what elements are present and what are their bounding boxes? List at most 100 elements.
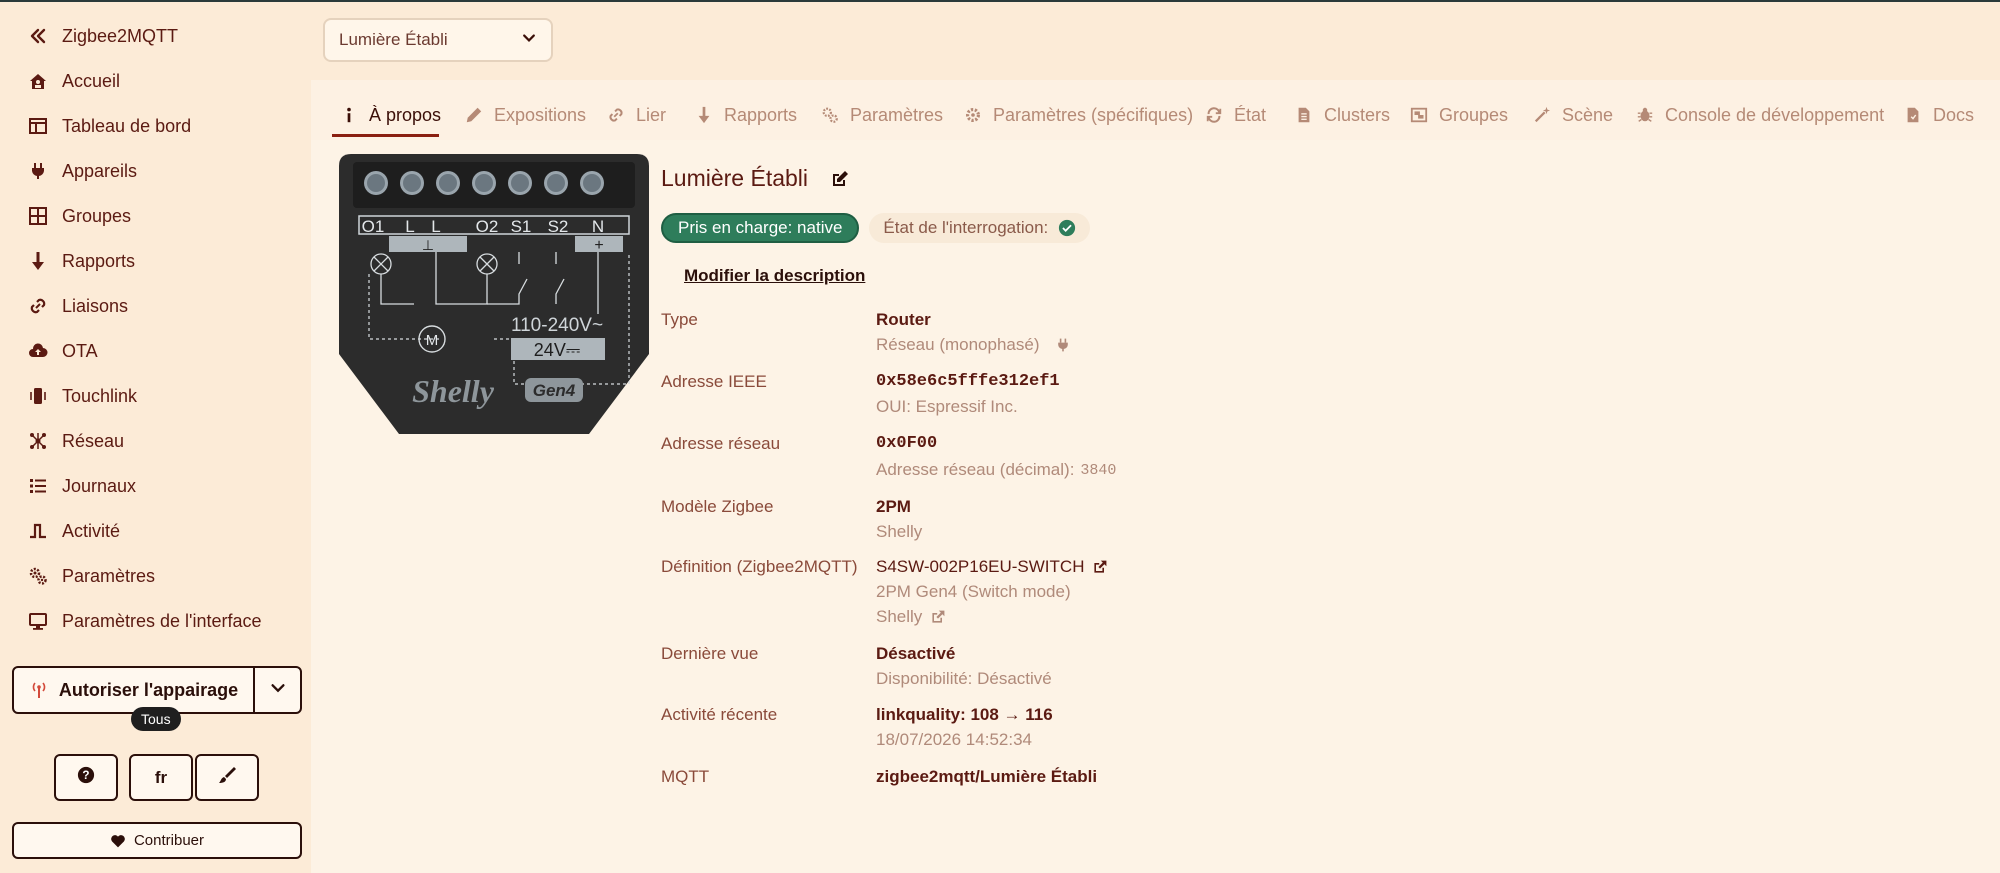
sidebar-item-ota[interactable]: OTA <box>26 336 98 366</box>
tab-docs[interactable]: Docs <box>1903 100 1974 130</box>
sidebar-item-label: Zigbee2MQTT <box>62 25 179 46</box>
language-label: fr <box>154 767 168 787</box>
external-link-icon <box>930 609 946 625</box>
list-icon <box>26 474 50 498</box>
sidebar-item-liaisons[interactable]: Liaisons <box>26 291 128 321</box>
monitor-icon <box>26 609 50 633</box>
sidebar-item-label: Paramètres <box>62 565 156 586</box>
help-button[interactable]: ? <box>54 754 118 801</box>
paintbrush-icon <box>217 765 237 790</box>
sidebar-item-rapports[interactable]: Rapports <box>26 246 135 276</box>
sidebar-item-label: OTA <box>62 340 98 361</box>
svg-text:?: ? <box>82 769 89 782</box>
pencil-icon <box>464 106 484 124</box>
double-chevron-left-icon <box>26 24 50 48</box>
tab-console-developpement[interactable]: Console de développement <box>1635 100 1884 130</box>
prop-sub-activity: 18/07/2026 14:52:34 <box>876 730 1032 749</box>
sidebar-item-activite[interactable]: Activité <box>26 516 120 546</box>
tab-expositions[interactable]: Expositions <box>464 100 586 130</box>
gears-icon <box>26 564 50 588</box>
bug-icon <box>1635 106 1655 124</box>
gen4-label: Gen4 <box>533 381 576 400</box>
edit-description-link[interactable]: Modifier la description <box>684 266 865 286</box>
pulse-icon <box>26 519 50 543</box>
link-icon <box>606 106 626 124</box>
sidebar-item-touchlink[interactable]: Touchlink <box>26 381 137 411</box>
device-image: O1 L L O2 S1 S2 N ⊥ + M 110-240V~ 24V⎓ S… <box>339 154 649 434</box>
voltage-dc-label: 24V⎓ <box>534 340 580 360</box>
sidebar-item-label: Liaisons <box>62 295 129 316</box>
link-icon <box>26 294 50 318</box>
prop-label-definition: Définition (Zigbee2MQTT) <box>661 557 858 576</box>
magic-wand-icon <box>1532 106 1552 124</box>
tab-parametres[interactable]: Paramètres <box>820 100 943 130</box>
arrow-down-icon <box>694 106 714 124</box>
sidebar-item-label: Touchlink <box>62 385 138 406</box>
prop-value-activity: linkquality: 108 → 116 <box>876 705 1053 724</box>
sidebar-item-journaux[interactable]: Journaux <box>26 471 136 501</box>
power-source-label: Réseau (monophasé) <box>876 335 1040 354</box>
sidebar-item-parametres[interactable]: Paramètres <box>26 561 155 591</box>
sidebar-item-reseau[interactable]: Réseau <box>26 426 124 456</box>
sidebar-item-label: Paramètres de l'interface <box>62 610 262 631</box>
theme-button[interactable] <box>195 754 259 801</box>
vendor-link[interactable]: Shelly <box>876 607 922 627</box>
sidebar: Zigbee2MQTT Accueil Tableau de bord Appa… <box>0 2 311 873</box>
prop-value-definition[interactable]: S4SW-002P16EU-SWITCH <box>876 557 1108 577</box>
check-circle-icon <box>1058 219 1076 237</box>
grid-icon <box>26 204 50 228</box>
sidebar-item-tableau-de-bord[interactable]: Tableau de bord <box>26 111 191 141</box>
definition-link[interactable]: S4SW-002P16EU-SWITCH <box>876 557 1084 577</box>
house-icon <box>26 69 50 93</box>
sidebar-item-label: Réseau <box>62 430 125 451</box>
motor-label: M <box>426 332 439 349</box>
tab-parametres-specifiques[interactable]: Paramètres (spécifiques) <box>963 100 1193 130</box>
permit-join-target-tooltip: Tous <box>131 707 181 731</box>
contribute-button[interactable]: Contribuer <box>12 822 302 859</box>
header-bar: Lumière Établi <box>311 2 2000 80</box>
polling-status-label: État de l'interrogation: <box>883 218 1049 237</box>
sidebar-item-parametres-interface[interactable]: Paramètres de l'interface <box>26 606 262 636</box>
sidebar-item-appareils[interactable]: Appareils <box>26 156 137 186</box>
chevron-down-icon <box>269 679 287 702</box>
gear-icon <box>963 106 983 124</box>
dashboard-icon <box>26 114 50 138</box>
prop-value-mqtt: zigbee2mqtt/Lumière Établi <box>876 767 1098 786</box>
prop-label-network: Adresse réseau <box>661 434 781 453</box>
prop-sub-ieee: OUI: Espressif Inc. <box>876 397 1018 416</box>
sidebar-item-groupes[interactable]: Groupes <box>26 201 131 231</box>
tab-etat[interactable]: État <box>1204 100 1266 130</box>
prop-label-model: Modèle Zigbee <box>661 497 774 516</box>
prop-value-model: 2PM <box>876 497 911 516</box>
device-badges: Pris en charge: native État de l'interro… <box>661 213 1091 243</box>
device-select[interactable]: Lumière Établi <box>323 18 553 62</box>
prop-label-ieee: Adresse IEEE <box>661 372 767 391</box>
tab-groupes[interactable]: Groupes <box>1409 100 1508 130</box>
terminal-label: N <box>592 217 604 236</box>
sidebar-item-label: Rapports <box>62 250 136 271</box>
sidebar-item-accueil[interactable]: Accueil <box>26 66 120 96</box>
permit-join-label: Autoriser l'appairage <box>58 679 239 700</box>
terminal-label: O1 <box>362 217 385 236</box>
document-icon <box>1903 106 1923 124</box>
prop-sub-vendor[interactable]: Shelly <box>876 607 946 627</box>
heart-icon <box>110 833 126 849</box>
tab-label: Docs <box>1933 104 1975 125</box>
sidebar-item-zigbee2mqtt[interactable]: Zigbee2MQTT <box>26 21 178 51</box>
shelly-logo: Shelly <box>412 373 495 409</box>
tab-a-propos[interactable]: À propos <box>339 100 441 130</box>
language-button[interactable]: fr <box>129 754 193 801</box>
permit-join-dropdown[interactable] <box>255 668 300 712</box>
permit-join-button[interactable]: Autoriser l'appairage <box>14 668 255 712</box>
tab-label: Rapports <box>724 104 798 125</box>
prop-value-type: Router <box>876 310 931 329</box>
prop-value-ieee: 0x58e6c5fffe312ef1 <box>876 372 1060 391</box>
edit-icon[interactable] <box>830 169 850 189</box>
plug-icon <box>26 159 50 183</box>
tab-rapports[interactable]: Rapports <box>694 100 797 130</box>
tab-scene[interactable]: Scène <box>1532 100 1613 130</box>
tab-lier[interactable]: Lier <box>606 100 666 130</box>
plug-icon <box>1055 337 1071 353</box>
tab-clusters[interactable]: Clusters <box>1294 100 1390 130</box>
prop-sub-type: Réseau (monophasé) <box>876 335 1071 355</box>
